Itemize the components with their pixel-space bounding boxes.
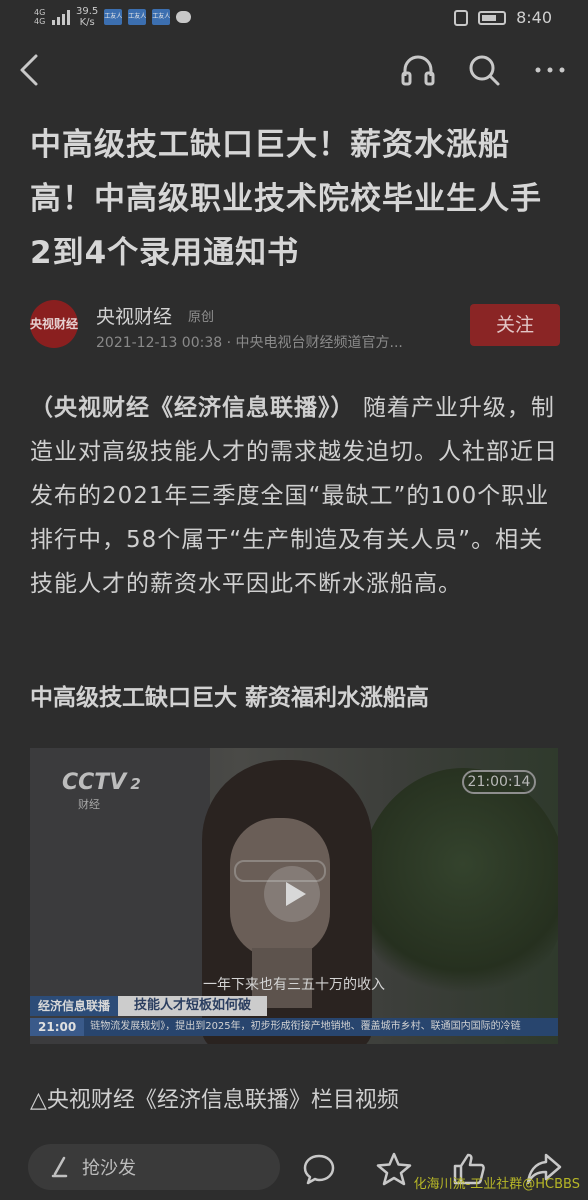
battery-icon (478, 10, 507, 25)
bottom-action-bar: 抢沙发 化海川流-工业社群@HCBBS (0, 1140, 588, 1200)
comment-input[interactable]: 抢沙发 (28, 1144, 280, 1190)
video-player[interactable]: CCTV 2 财经 21:00:14 一年下来也有三五十万的收入 经济信息联播 技… (30, 748, 558, 1044)
comment-icon[interactable] (302, 1152, 336, 1186)
author-name[interactable]: 央视财经 (96, 302, 172, 329)
vibrate-icon (454, 9, 469, 26)
video-timecode: 21:00:14 (462, 770, 536, 794)
article-paragraph: （央视财经《经济信息联播》） 随着产业升级，制造业对高级技能人才的需求越发迫切。… (30, 386, 562, 606)
message-notification-icon (176, 11, 192, 23)
net-speed-value: 39.5 (76, 6, 99, 17)
network-type-label: 4G 4G (34, 8, 46, 26)
signal-icon (52, 9, 70, 25)
author-row: 央视财经 央视财经 原创 2021-12-13 00:38 · 中央电视台财经频… (30, 300, 560, 352)
status-bar: 4G 4G 39.5 K/s 工友人 工友人 工友人 8:40 (0, 0, 588, 36)
video-subtitle: 一年下来也有三五十万的收入 (203, 977, 385, 993)
comment-placeholder: 抢沙发 (82, 1158, 136, 1179)
news-ticker: 21:00 链物流发展规划》，提出到2025年，初步形成衔接产地销地、覆盖城市乡… (30, 1018, 558, 1036)
article-headline: 中高级技工缺口巨大！薪资水涨船高！中高级职业技术院校毕业生人手2到4个录用通知书 (30, 127, 542, 271)
notification-app-icon: 工友人 (128, 9, 146, 25)
net-speed: 39.5 K/s (76, 6, 98, 28)
avatar[interactable]: 央视财经 (30, 300, 78, 348)
video-plant (358, 768, 558, 1008)
back-icon[interactable] (16, 52, 44, 88)
channel-sublabel: 财经 (78, 798, 100, 811)
segment-title: 技能人才短板如何破 (118, 996, 268, 1016)
search-icon[interactable] (466, 52, 502, 88)
star-icon[interactable] (376, 1152, 412, 1186)
pen-icon (51, 1156, 68, 1178)
top-nav-bar (0, 44, 588, 98)
ticker-time: 21:00 (30, 1018, 85, 1036)
paragraph-lead: （央视财经《经济信息联播》） (30, 395, 355, 421)
video-caption: △央视财经《经济信息联播》栏目视频 (30, 1088, 399, 1113)
play-icon[interactable] (264, 866, 320, 922)
headphones-icon[interactable] (400, 52, 436, 88)
more-icon[interactable] (532, 52, 568, 88)
publish-meta: 2021-12-13 00:38 · 中央电视台财经频道官方... (96, 335, 403, 351)
notification-app-icon: 工友人 (104, 9, 122, 25)
net-speed-unit: K/s (79, 17, 95, 28)
program-name: 经济信息联播 (30, 996, 119, 1016)
notification-app-icon: 工友人 (152, 9, 170, 25)
paragraph-text: 随着产业升级，制造业对高级技能人才的需求越发迫切。人社部近日发布的2021年三季… (30, 395, 558, 597)
lower-third: 经济信息联播 技能人才短板如何破 (30, 996, 268, 1016)
ticker-text: 链物流发展规划》，提出到2025年，初步形成衔接产地销地、覆盖城市乡村、联通国内… (84, 1018, 558, 1036)
original-tag: 原创 (188, 310, 215, 325)
section-heading: 中高级技工缺口巨大 薪资福利水涨船高 (30, 685, 430, 711)
follow-button[interactable]: 关注 (470, 304, 560, 346)
clock: 8:40 (516, 8, 552, 27)
watermark: 化海川流-工业社群@HCBBS (413, 1177, 580, 1192)
channel-logo: CCTV 2 (62, 770, 141, 795)
